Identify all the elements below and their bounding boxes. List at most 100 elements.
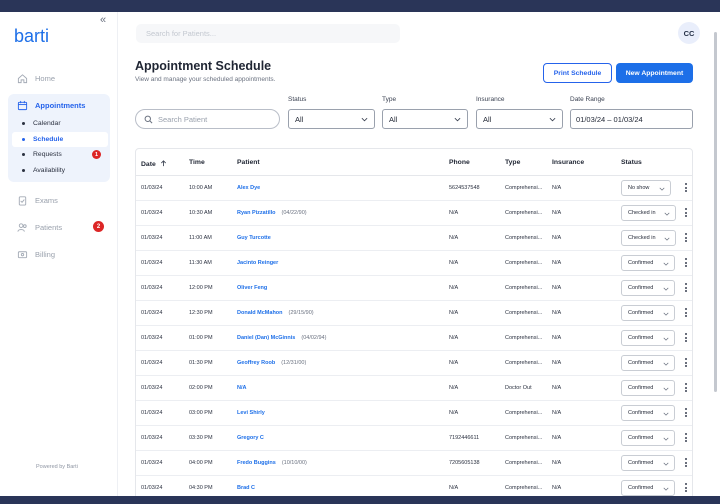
brand-logo[interactable]: barti xyxy=(14,26,60,46)
status-select[interactable]: Confirmed xyxy=(621,355,675,371)
more-options-icon[interactable] xyxy=(685,308,688,319)
table-row[interactable]: 01/03/24 02:00 PM N/A N/A Doctor Out N/A Confi… xyxy=(136,376,692,401)
sidebar-item-exams[interactable]: Exams xyxy=(8,189,110,211)
insurance-filter-value: All xyxy=(483,114,492,124)
status-select[interactable]: Confirmed xyxy=(621,405,675,421)
chevron-down-icon xyxy=(454,117,461,122)
patient-link[interactable]: Jacinto Reinger xyxy=(237,260,278,266)
cell-time: 04:30 PM xyxy=(189,485,213,491)
insurance-filter-select[interactable]: All xyxy=(476,109,563,129)
cell-type: Comprehensi... xyxy=(505,210,543,216)
patient-link[interactable]: Fredo Buggins xyxy=(237,460,276,466)
bullet-icon xyxy=(22,122,25,126)
patient-link[interactable]: Brad C xyxy=(237,485,255,491)
status-select[interactable]: Checked in xyxy=(621,205,676,221)
more-options-icon[interactable] xyxy=(685,208,688,219)
cell-time: 10:30 AM xyxy=(189,210,213,216)
column-header-date[interactable]: Date xyxy=(141,159,167,168)
status-select[interactable]: No show xyxy=(621,180,671,196)
patient-link[interactable]: Geoffrey Roob xyxy=(237,360,275,366)
sidebar-subitem-schedule[interactable]: Schedule xyxy=(12,131,108,147)
sidebar-item-billing[interactable]: Billing xyxy=(8,243,110,265)
more-options-icon[interactable] xyxy=(685,358,688,369)
sidebar-subitem-calendar[interactable]: Calendar xyxy=(8,116,110,132)
status-select[interactable]: Confirmed xyxy=(621,255,675,271)
table-row[interactable]: 01/03/24 01:30 PM Geoffrey Roob (12/31/00) N… xyxy=(136,351,692,376)
patient-link[interactable]: Levi Shirly xyxy=(237,410,265,416)
table-row[interactable]: 01/03/24 04:30 PM Brad C N/A Comprehensi... N… xyxy=(136,476,692,496)
status-value: Confirmed xyxy=(628,285,654,291)
search-patient-input[interactable]: Search Patient xyxy=(135,109,280,129)
status-select[interactable]: Checked in xyxy=(621,230,676,246)
table-row[interactable]: 01/03/24 11:00 AM Guy Turcotte N/A Comprehen… xyxy=(136,226,692,251)
date-range-input[interactable]: 01/03/24 – 01/03/24 xyxy=(570,109,693,129)
cell-time: 12:30 PM xyxy=(189,310,213,316)
type-filter-select[interactable]: All xyxy=(382,109,468,129)
table-row[interactable]: 01/03/24 11:30 AM Jacinto Reinger N/A Compre… xyxy=(136,251,692,276)
patient-link[interactable]: Guy Turcotte xyxy=(237,235,271,241)
status-select[interactable]: Confirmed xyxy=(621,305,675,321)
table-row[interactable]: 01/03/24 12:30 PM Donald McMahon (29/15/90)… xyxy=(136,301,692,326)
table-row[interactable]: 01/03/24 10:00 AM Alex Dye 5624537548 Compre… xyxy=(136,176,692,201)
avatar[interactable]: CC xyxy=(678,22,700,44)
more-options-icon[interactable] xyxy=(685,433,688,444)
chevron-down-icon xyxy=(664,237,670,241)
global-search-input[interactable]: Search for Patients... xyxy=(136,24,400,43)
patient-link[interactable]: N/A xyxy=(237,385,246,391)
table-row[interactable]: 01/03/24 04:00 PM Fredo Buggins (10/10/00) 7… xyxy=(136,451,692,476)
more-options-icon[interactable] xyxy=(685,483,688,494)
subitem-label: Calendar xyxy=(33,120,61,128)
table-row[interactable]: 01/03/24 01:00 PM Daniel (Dan) McGinnis (04… xyxy=(136,326,692,351)
patient-link[interactable]: Daniel (Dan) McGinnis xyxy=(237,335,295,341)
patient-link[interactable]: Alex Dye xyxy=(237,185,260,191)
more-options-icon[interactable] xyxy=(685,383,688,394)
table-row[interactable]: 01/03/24 10:30 AM Ryan Pizzatillo (04/22/90… xyxy=(136,201,692,226)
status-value: Confirmed xyxy=(628,410,654,416)
more-options-icon[interactable] xyxy=(685,458,688,469)
double-chevron-left-icon[interactable]: « xyxy=(100,14,106,26)
sort-ascending-icon[interactable] xyxy=(160,160,167,167)
more-options-icon[interactable] xyxy=(685,333,688,344)
sidebar-subitem-availability[interactable]: Availability xyxy=(8,163,110,179)
column-header-type: Type xyxy=(505,159,521,166)
status-select[interactable]: Confirmed xyxy=(621,380,675,396)
table-row[interactable]: 01/03/24 03:00 PM Levi Shirly N/A Comprehens… xyxy=(136,401,692,426)
more-options-icon[interactable] xyxy=(685,183,688,194)
status-select[interactable]: Confirmed xyxy=(621,480,675,496)
type-filter-label: Type xyxy=(382,96,397,103)
print-schedule-button[interactable]: Print Schedule xyxy=(543,63,612,83)
patient-dob: (29/15/90) xyxy=(288,310,314,316)
cell-phone: 7205605138 xyxy=(449,460,480,466)
patient-link[interactable]: Donald McMahon xyxy=(237,310,283,316)
cell-type: Comprehensi... xyxy=(505,460,543,466)
table-row[interactable]: 01/03/24 03:30 PM Gregory C 7192446611 Compr… xyxy=(136,426,692,451)
status-select[interactable]: Confirmed xyxy=(621,330,675,346)
patient-link[interactable]: Oliver Feng xyxy=(237,285,267,291)
status-select[interactable]: Confirmed xyxy=(621,455,675,471)
more-options-icon[interactable] xyxy=(685,233,688,244)
status-select[interactable]: Confirmed xyxy=(621,430,675,446)
more-options-icon[interactable] xyxy=(685,258,688,269)
table-row[interactable]: 01/03/24 12:00 PM Oliver Feng N/A Comprehens… xyxy=(136,276,692,301)
patient-link[interactable]: Ryan Pizzatillo xyxy=(237,210,276,216)
sidebar-item-appointments[interactable]: Appointments xyxy=(8,94,110,116)
sidebar-subitem-requests[interactable]: Requests 1 xyxy=(8,147,110,163)
status-value: Confirmed xyxy=(628,460,654,466)
status-select[interactable]: Confirmed xyxy=(621,280,675,296)
cell-date: 01/03/24 xyxy=(141,185,163,191)
sidebar-item-home[interactable]: Home xyxy=(8,67,110,89)
chevron-down-icon xyxy=(663,312,669,316)
chevron-down-icon xyxy=(663,387,669,391)
column-header-patient: Patient xyxy=(237,159,260,166)
more-options-icon[interactable] xyxy=(685,408,688,419)
patient-link[interactable]: Gregory C xyxy=(237,435,264,441)
sidebar-item-patients[interactable]: Patients 2 xyxy=(8,216,110,238)
requests-count-badge: 1 xyxy=(92,150,101,159)
page-scrollbar[interactable] xyxy=(714,32,717,392)
more-options-icon[interactable] xyxy=(685,283,688,294)
patient-dob: (12/31/00) xyxy=(281,360,307,366)
status-filter-select[interactable]: All xyxy=(288,109,375,129)
cell-type: Comprehensi... xyxy=(505,260,543,266)
new-appointment-button[interactable]: New Appointment xyxy=(616,63,693,83)
page-title: Appointment Schedule xyxy=(135,59,272,73)
